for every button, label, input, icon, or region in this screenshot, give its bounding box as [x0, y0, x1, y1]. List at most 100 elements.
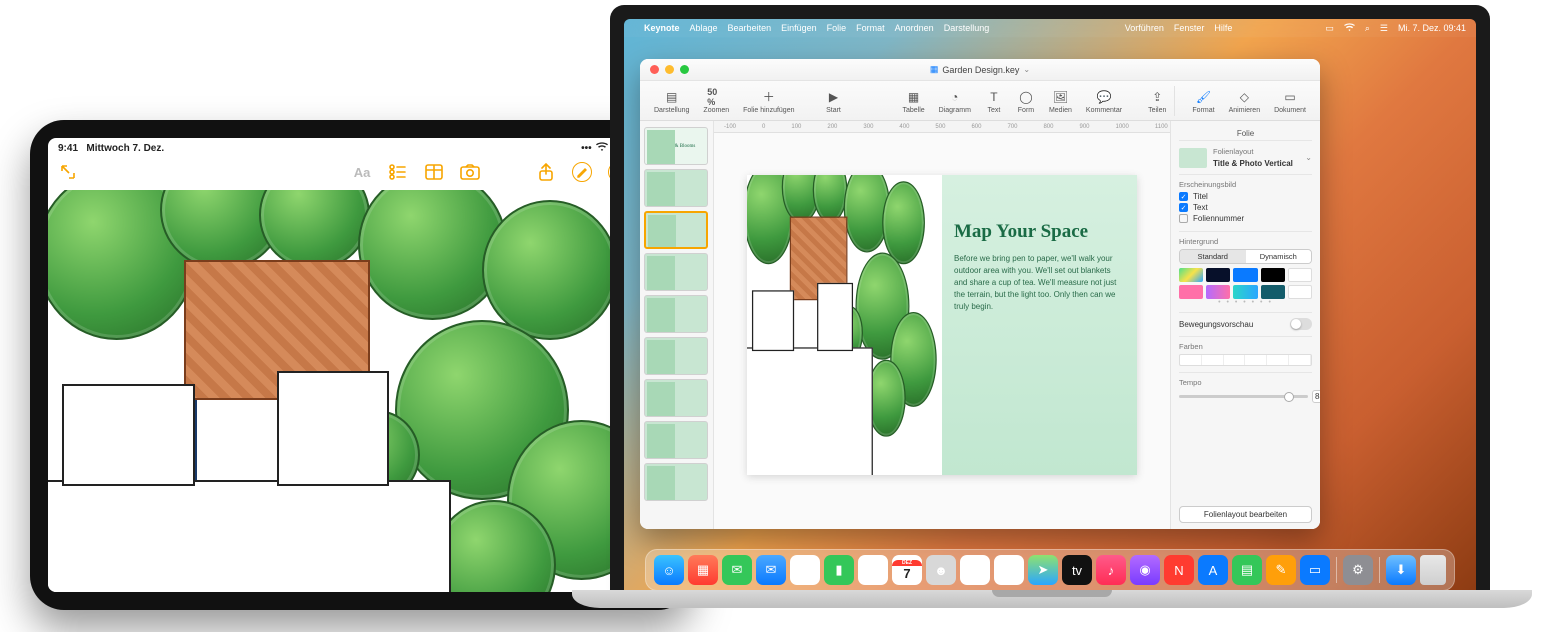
dock-app-maps[interactable]: ➤ — [1028, 555, 1058, 585]
dock-app-settings[interactable]: ⚙ — [1343, 555, 1373, 585]
background-segment[interactable]: Standard Dynamisch — [1179, 249, 1312, 264]
slide-thumb[interactable] — [644, 337, 708, 375]
slide-heading[interactable]: Map Your Space — [954, 221, 1119, 243]
toolbar-media[interactable]: 🖼Medien — [1043, 86, 1078, 116]
dock-app-news[interactable]: N — [1164, 555, 1194, 585]
toolbar-chart[interactable]: ◔Diagramm — [933, 86, 977, 116]
toolbar-zoom[interactable]: 50 % Zoomen — [697, 86, 735, 116]
window-controls[interactable] — [640, 65, 689, 74]
toolbar-view[interactable]: ▤ Darstellung — [648, 86, 695, 116]
checkbox-title[interactable]: ✓Titel — [1179, 192, 1312, 201]
dock-app-finder[interactable]: ☺ — [654, 555, 684, 585]
toolbar-shape[interactable]: ◯Form — [1011, 86, 1041, 116]
toolbar-text[interactable]: TText — [979, 86, 1009, 116]
dock-app-calendar[interactable]: DEZ7 — [892, 555, 922, 585]
dock-app-mail[interactable]: ✉ — [756, 555, 786, 585]
wifi-icon[interactable] — [1344, 23, 1355, 34]
dock-app-numbers[interactable]: ▤ — [1232, 555, 1262, 585]
slide-thumb[interactable] — [644, 463, 708, 501]
share-icon[interactable] — [536, 162, 556, 182]
slide-image[interactable] — [747, 175, 942, 475]
textstyle-button[interactable]: Aa — [352, 162, 372, 182]
menu-item[interactable]: Anordnen — [895, 23, 934, 33]
menu-item[interactable]: Vorführen — [1125, 23, 1164, 33]
dock-app-keynote[interactable]: ▭ — [1300, 555, 1330, 585]
toolbar-share[interactable]: ⇪Teilen — [1142, 86, 1172, 116]
slide-canvas[interactable]: -1000 100200 300400 500600 700800 900100… — [714, 121, 1170, 529]
slide-layout-picker[interactable]: Folienlayout Title & Photo Vertical ⌄ — [1179, 147, 1312, 168]
color-strip[interactable] — [1179, 354, 1312, 366]
dock-app-safari[interactable]: ◎ — [790, 555, 820, 585]
search-icon[interactable]: ⌕ — [1365, 23, 1370, 34]
table-icon[interactable] — [424, 162, 444, 182]
menu-item[interactable]: Folie — [827, 23, 847, 33]
slide[interactable]: Map Your Space Before we bring pen to pa… — [747, 175, 1137, 475]
menu-item[interactable]: Ablage — [690, 23, 718, 33]
edit-layout-button[interactable]: Folienlayout bearbeiten — [1179, 506, 1312, 523]
menu-item[interactable]: Darstellung — [944, 23, 990, 33]
checklist-icon[interactable] — [388, 162, 408, 182]
markup-icon[interactable] — [572, 162, 592, 182]
checkbox-text[interactable]: ✓Text — [1179, 203, 1312, 212]
background-swatches[interactable] — [1179, 268, 1312, 299]
dock-app-launchpad[interactable]: ▦ — [688, 555, 718, 585]
zoom-button[interactable] — [680, 65, 689, 74]
slide-thumb[interactable] — [644, 379, 708, 417]
chevron-down-icon[interactable]: ⌄ — [1305, 153, 1312, 162]
dock-app-appstore[interactable]: A — [1198, 555, 1228, 585]
dock-app-notes[interactable]: ✎ — [994, 555, 1024, 585]
slide-thumb-1[interactable]: Gardens & Blooms — [644, 127, 708, 165]
dock-app-tv[interactable]: tv — [1062, 555, 1092, 585]
dock-app-contacts[interactable]: ☻ — [926, 555, 956, 585]
note-canvas[interactable]: ↶ ↷ ⊕ Ⓐ — [48, 190, 674, 592]
slide-thumb[interactable] — [644, 253, 708, 291]
collapse-sidebar-icon[interactable] — [58, 162, 78, 182]
macos-menubar[interactable]: Keynote Ablage Bearbeiten Einfügen Folie… — [624, 19, 1476, 37]
toolbar-animate[interactable]: ◇Animieren — [1223, 86, 1267, 116]
toolbar-add-slide[interactable]: ＋ Folie hinzufügen — [737, 86, 800, 116]
dock-app-podcasts[interactable]: ◉ — [1130, 555, 1160, 585]
slide-thumb[interactable] — [644, 169, 708, 207]
dock-app-facetime[interactable]: ▮ — [824, 555, 854, 585]
tempo-slider[interactable] — [1179, 395, 1308, 398]
dock-app-pages[interactable]: ✎ — [1266, 555, 1296, 585]
inspector-tab-title[interactable]: Folie — [1179, 127, 1312, 141]
menu-item[interactable]: Fenster — [1174, 23, 1205, 33]
checkbox-slidenumber[interactable]: Foliennummer — [1179, 214, 1312, 223]
toolbar-play[interactable]: ▶ Start — [818, 86, 848, 116]
window-titlebar[interactable]: ▦ Garden Design.key ⌄ — [640, 59, 1320, 81]
dock-trash[interactable] — [1420, 555, 1446, 585]
minimize-button[interactable] — [665, 65, 674, 74]
menu-item[interactable]: Bearbeiten — [728, 23, 772, 33]
tempo-value[interactable]: 88 — [1312, 390, 1320, 403]
chevron-down-icon[interactable]: ⌄ — [1023, 65, 1030, 74]
slide-text-block[interactable]: Map Your Space Before we bring pen to pa… — [942, 175, 1137, 475]
close-button[interactable] — [650, 65, 659, 74]
dock-app-messages[interactable]: ✉ — [722, 555, 752, 585]
battery-icon[interactable]: ▭ — [1325, 23, 1334, 34]
slide-thumb[interactable] — [644, 295, 708, 333]
menubar-clock[interactable]: Mi. 7. Dez. 09:41 — [1398, 23, 1466, 33]
dock-downloads[interactable]: ⬇ — [1386, 555, 1416, 585]
slide-thumb[interactable] — [644, 421, 708, 459]
slide-thumb-selected[interactable] — [644, 211, 708, 249]
toolbar-comment[interactable]: 💬Kommentar — [1080, 86, 1128, 116]
motion-preview-toggle[interactable]: Bewegungsvorschau — [1179, 318, 1312, 330]
menu-item[interactable]: Hilfe — [1214, 23, 1232, 33]
slide-body[interactable]: Before we bring pen to paper, we'll walk… — [954, 253, 1119, 313]
menu-item[interactable]: Format — [856, 23, 885, 33]
menu-item[interactable]: Einfügen — [781, 23, 817, 33]
slide-navigator[interactable]: Gardens & Blooms — [640, 121, 714, 529]
app-name[interactable]: Keynote — [644, 23, 680, 33]
macos-dock[interactable]: ☺▦✉✉◎▮✿DEZ7☻⋮✎➤tv♪◉NA▤✎▭⚙⬇ — [645, 549, 1455, 591]
dock-app-music[interactable]: ♪ — [1096, 555, 1126, 585]
dock-app-photos[interactable]: ✿ — [858, 555, 888, 585]
camera-icon[interactable] — [460, 162, 480, 182]
toolbar-document[interactable]: ▭Dokument — [1268, 86, 1312, 116]
control-center-icon[interactable]: ☰ — [1380, 23, 1388, 34]
toggle[interactable] — [1290, 318, 1312, 330]
document-title[interactable]: ▦ Garden Design.key ⌄ — [930, 64, 1030, 75]
toolbar-format[interactable]: 🖌Format — [1186, 86, 1220, 116]
dock-app-reminders[interactable]: ⋮ — [960, 555, 990, 585]
swatch-pager[interactable]: • • • • • • • — [1179, 299, 1312, 306]
